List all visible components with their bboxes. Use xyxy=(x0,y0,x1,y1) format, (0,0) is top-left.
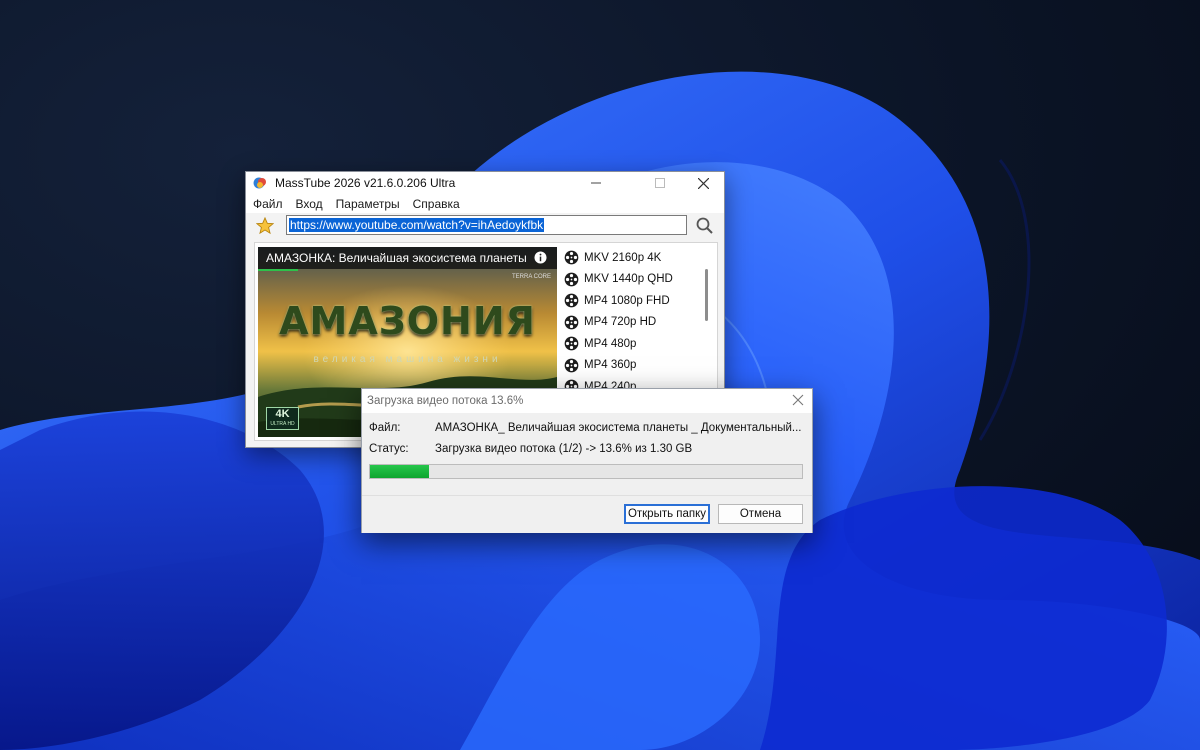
search-icon[interactable] xyxy=(695,216,715,236)
format-item[interactable]: MP4 1080p FHD xyxy=(564,290,696,312)
format-label: MKV 1440p QHD xyxy=(584,273,673,286)
file-value: АМАЗОНКА_ Величайшая экосистема планеты … xyxy=(435,422,802,434)
thumbnail-art-subtitle: великая машина жизни xyxy=(313,354,502,365)
window-title: MassTube 2026 v21.6.0.206 Ultra xyxy=(275,176,456,190)
film-reel-icon xyxy=(564,315,579,330)
film-reel-icon xyxy=(564,336,579,351)
url-input[interactable]: https://www.youtube.com/watch?v=ihAedoyk… xyxy=(286,215,687,235)
format-item[interactable]: MKV 1440p QHD xyxy=(564,269,696,291)
url-text: https://www.youtube.com/watch?v=ihAedoyk… xyxy=(289,218,545,232)
status-value: Загрузка видео потока (1/2) -> 13.6% из … xyxy=(435,443,693,455)
dialog-title-bar: Загрузка видео потока 13.6% xyxy=(362,389,812,413)
quality-4k-label: 4K xyxy=(275,408,290,420)
dialog-body: Файл: АМАЗОНКА_ Величайшая экосистема пл… xyxy=(362,413,812,495)
menu-bar: Файл Вход Параметры Справка xyxy=(246,194,724,213)
progress-fill xyxy=(370,465,429,478)
close-icon xyxy=(697,177,709,189)
format-item[interactable]: MP4 360p xyxy=(564,355,696,377)
title-bar: MassTube 2026 v21.6.0.206 Ultra xyxy=(246,172,724,194)
file-label: Файл: xyxy=(369,422,401,434)
film-reel-icon xyxy=(564,250,579,265)
scrollbar-thumb[interactable] xyxy=(705,269,708,321)
info-icon[interactable] xyxy=(534,251,547,264)
format-item[interactable]: MP4 720p HD xyxy=(564,312,696,334)
download-progress-bar xyxy=(369,464,803,479)
format-list: MKV 2160p 4K MKV 1440p QHD MP4 1080p FHD MP… xyxy=(564,247,696,398)
dialog-title: Загрузка видео потока 13.6% xyxy=(367,395,524,407)
format-label: MP4 1080p FHD xyxy=(584,294,670,307)
dialog-close-icon[interactable] xyxy=(792,394,804,406)
minimize-button[interactable] xyxy=(576,172,616,194)
format-label: MP4 360p xyxy=(584,359,637,372)
maximize-button[interactable] xyxy=(640,172,680,194)
url-toolbar: https://www.youtube.com/watch?v=ihAedoyk… xyxy=(246,213,724,239)
thumbnail-art-title: АМАЗОНИЯ xyxy=(279,299,536,343)
thumbnail-title-bar: АМАЗОНКА: Величайшая экосистема планеты … xyxy=(258,247,557,269)
thumbnail-progress-line xyxy=(258,269,298,271)
menu-help[interactable]: Справка xyxy=(413,197,460,211)
status-label: Статус: xyxy=(369,443,409,455)
dialog-footer: Открыть папку Отмена xyxy=(362,495,812,533)
app-logo-icon xyxy=(253,177,266,189)
film-reel-icon xyxy=(564,272,579,287)
format-label: MP4 480p xyxy=(584,337,637,350)
close-button[interactable] xyxy=(683,172,723,194)
minimize-icon xyxy=(591,182,601,184)
menu-login[interactable]: Вход xyxy=(296,197,323,211)
cancel-button[interactable]: Отмена xyxy=(718,504,803,524)
format-label: MP4 720p HD xyxy=(584,316,657,329)
film-reel-icon xyxy=(564,358,579,373)
open-folder-button[interactable]: Открыть папку xyxy=(624,504,710,524)
quality-4k-badge: 4K ULTRA HD xyxy=(266,407,299,430)
format-item[interactable]: MKV 2160p 4K xyxy=(564,247,696,269)
format-item[interactable]: MP4 480p xyxy=(564,333,696,355)
menu-file[interactable]: Файл xyxy=(253,197,283,211)
maximize-icon xyxy=(655,178,665,188)
menu-settings[interactable]: Параметры xyxy=(336,197,400,211)
channel-badge: TERRA CORE xyxy=(511,274,551,280)
download-dialog: Загрузка видео потока 13.6% Файл: АМАЗОН… xyxy=(361,388,813,533)
video-title: АМАЗОНКА: Величайшая экосистема планеты … xyxy=(266,251,530,265)
film-reel-icon xyxy=(564,293,579,308)
format-label: MKV 2160p 4K xyxy=(584,251,662,264)
favorites-star-icon[interactable] xyxy=(256,217,274,235)
quality-4k-sublabel: ULTRA HD xyxy=(270,421,295,427)
